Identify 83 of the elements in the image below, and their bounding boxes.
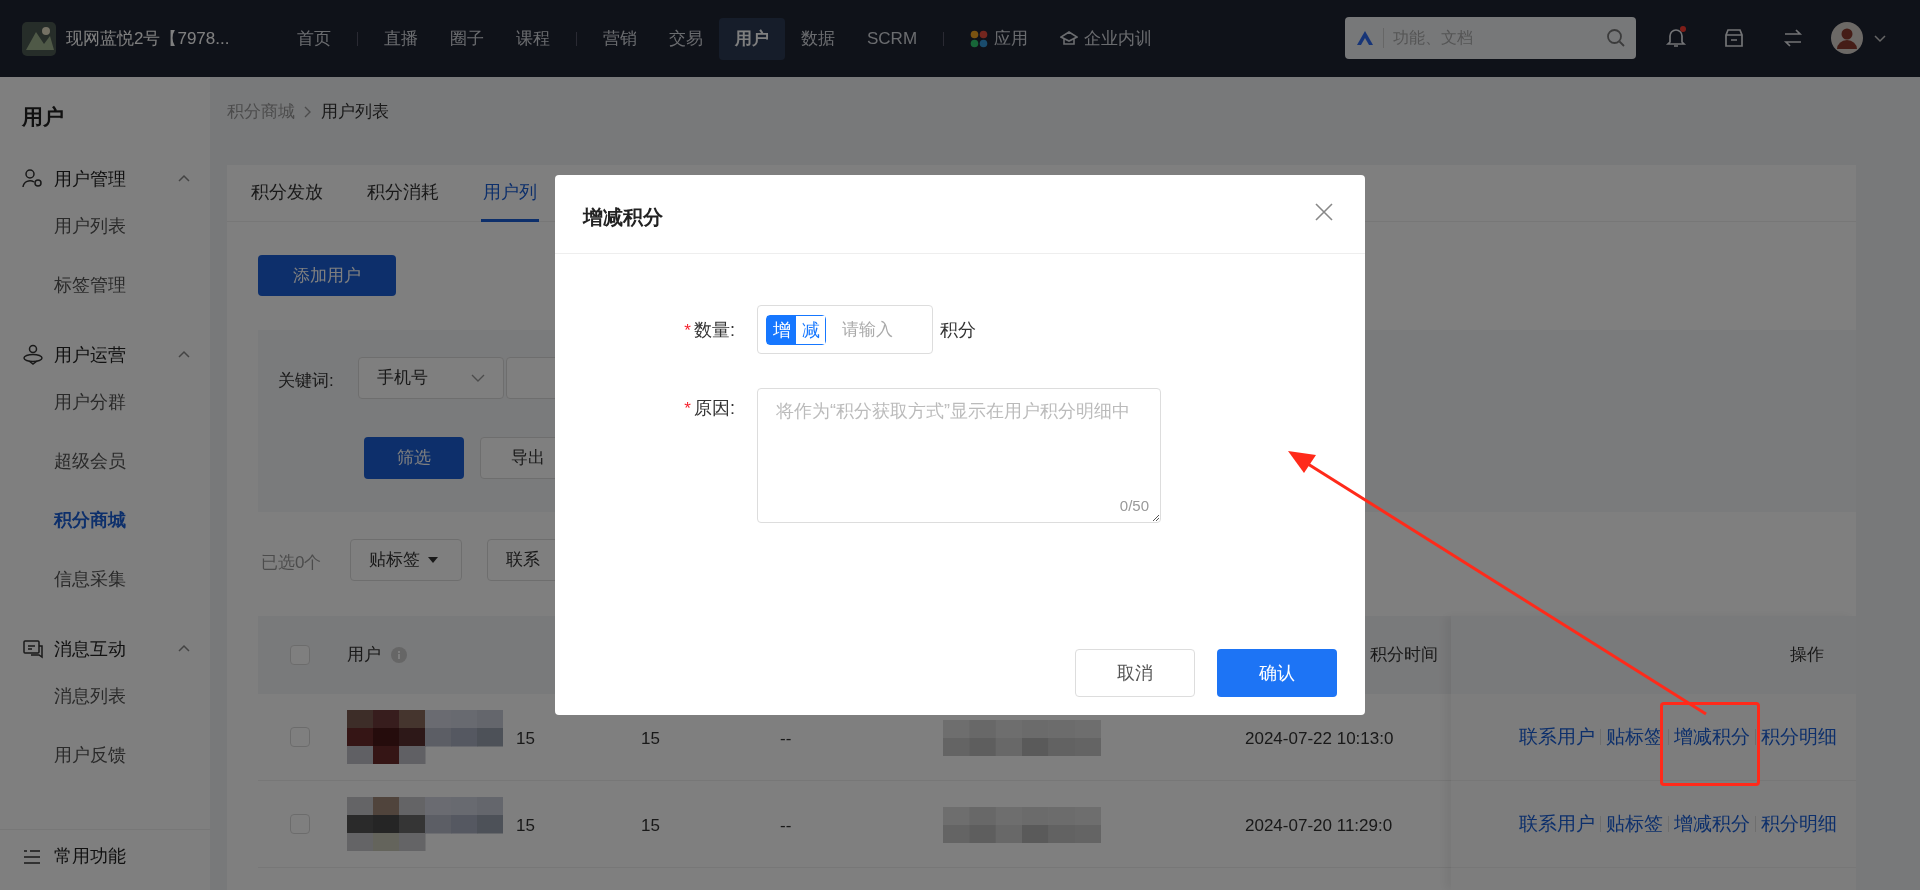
nav-item[interactable]: 用户 bbox=[719, 17, 785, 60]
field-label: 原因: bbox=[694, 397, 735, 420]
menu-item[interactable]: 标签管理 bbox=[54, 272, 126, 299]
keyword-select[interactable]: 手机号 bbox=[358, 357, 504, 399]
chevron-down-icon bbox=[471, 373, 485, 383]
menu-item[interactable]: 积分商城 bbox=[54, 507, 126, 534]
swap-icon[interactable] bbox=[1782, 27, 1804, 49]
action-link[interactable]: 联系用户 bbox=[1519, 722, 1595, 752]
brand-logo-icon bbox=[1355, 29, 1375, 47]
breadcrumb-item: 用户列表 bbox=[321, 101, 389, 123]
nav-item[interactable]: 营销 bbox=[587, 17, 653, 60]
table-cell-text: 2024-07-22 10:13:0 bbox=[1245, 728, 1394, 750]
action-link[interactable]: 联系用户 bbox=[1519, 809, 1595, 839]
table-cell-text: 15 bbox=[516, 728, 535, 750]
add-user-button[interactable]: 添加用户 bbox=[258, 255, 396, 296]
tag-dropdown[interactable]: 贴标签 bbox=[350, 539, 462, 581]
column-header: 操作 bbox=[1790, 644, 1824, 667]
column-header: 积分时间 bbox=[1370, 644, 1438, 666]
graduation-cap-icon bbox=[1060, 29, 1079, 48]
required-mark: * bbox=[684, 397, 691, 420]
apps-icon bbox=[970, 29, 989, 48]
nav-item[interactable]: 数据 bbox=[785, 17, 851, 60]
table-cell-text: -- bbox=[780, 728, 792, 750]
list-icon bbox=[22, 847, 42, 866]
close-icon[interactable] bbox=[1315, 203, 1333, 221]
table-cell-text: -- bbox=[780, 815, 792, 837]
nav-item[interactable]: 课程 bbox=[500, 17, 566, 60]
action-link[interactable]: 增减积分 bbox=[1674, 722, 1750, 752]
confirm-button[interactable]: 确认 bbox=[1217, 649, 1337, 697]
tab[interactable]: 用户列 bbox=[481, 165, 539, 222]
tab[interactable]: 积分消耗 bbox=[365, 165, 441, 222]
menu-item[interactable]: 用户分群 bbox=[54, 389, 126, 416]
org-name: 现网蓝悦2号【7978... bbox=[66, 27, 231, 50]
table-cell-text: 15 bbox=[516, 815, 535, 837]
user-pin-icon bbox=[22, 344, 44, 366]
nav-item[interactable]: 交易 bbox=[653, 17, 719, 60]
required-mark: * bbox=[684, 319, 691, 342]
logo-icon bbox=[22, 21, 56, 56]
nav-item[interactable]: 圈子 bbox=[434, 17, 500, 60]
quantity-field[interactable]: 增 减 请输入 bbox=[757, 305, 933, 354]
dialog-title: 增减积分 bbox=[583, 205, 663, 230]
nav-item[interactable]: 直播 bbox=[368, 17, 434, 60]
filter-label: 关键词: bbox=[278, 370, 334, 392]
menu-item[interactable]: 消息列表 bbox=[54, 683, 126, 710]
table-cell-text: 15 bbox=[641, 728, 660, 750]
menu-group[interactable]: 用户运营 bbox=[22, 337, 192, 373]
common-functions[interactable]: 常用功能 bbox=[22, 843, 126, 870]
nav-item[interactable]: 企业内训 bbox=[1044, 17, 1169, 60]
nav-item[interactable]: SCRM bbox=[851, 17, 934, 60]
menu-group[interactable]: 用户管理 bbox=[22, 161, 192, 197]
tab[interactable]: 积分发放 bbox=[249, 165, 325, 222]
cancel-button[interactable]: 取消 bbox=[1075, 649, 1195, 697]
chat-icon bbox=[22, 638, 44, 660]
avatar[interactable] bbox=[1831, 22, 1863, 54]
info-icon bbox=[391, 646, 407, 663]
store-icon[interactable] bbox=[1723, 27, 1745, 49]
menu-item[interactable]: 超级会员 bbox=[54, 448, 126, 475]
caret-down-icon bbox=[428, 557, 438, 563]
character-counter: 0/50 bbox=[1119, 495, 1149, 516]
sidebar-title: 用户 bbox=[22, 104, 64, 130]
nav-item[interactable]: 首页 bbox=[281, 17, 347, 60]
nav-item[interactable]: 应用 bbox=[954, 17, 1045, 60]
action-link[interactable]: 积分明细 bbox=[1761, 809, 1837, 839]
column-header: 用户 bbox=[347, 644, 381, 666]
menu-item[interactable]: 用户反馈 bbox=[54, 742, 126, 769]
action-link[interactable]: 贴标签 bbox=[1606, 809, 1663, 839]
search-icon[interactable] bbox=[1606, 28, 1626, 48]
unit-label: 积分 bbox=[940, 319, 976, 342]
toggle-option[interactable]: 增 bbox=[767, 315, 796, 344]
menu-item[interactable]: 信息采集 bbox=[54, 566, 126, 593]
filter-button[interactable]: 筛选 bbox=[364, 437, 464, 479]
resize-handle-icon[interactable] bbox=[1151, 513, 1159, 521]
user-settings-icon bbox=[22, 168, 44, 190]
field-label: 数量: bbox=[694, 319, 735, 342]
bell-icon[interactable] bbox=[1664, 25, 1688, 49]
table-cell-text: 2024-07-20 11:29:0 bbox=[1245, 815, 1393, 837]
action-link[interactable]: 增减积分 bbox=[1674, 809, 1750, 839]
menu-group[interactable]: 消息互动 bbox=[22, 631, 192, 667]
action-link[interactable]: 积分明细 bbox=[1761, 722, 1837, 752]
menu-item[interactable]: 用户列表 bbox=[54, 213, 126, 240]
chevron-down-icon[interactable] bbox=[1874, 35, 1886, 43]
chevron-right-icon bbox=[303, 104, 313, 119]
table-cell-text: 15 bbox=[641, 815, 660, 837]
